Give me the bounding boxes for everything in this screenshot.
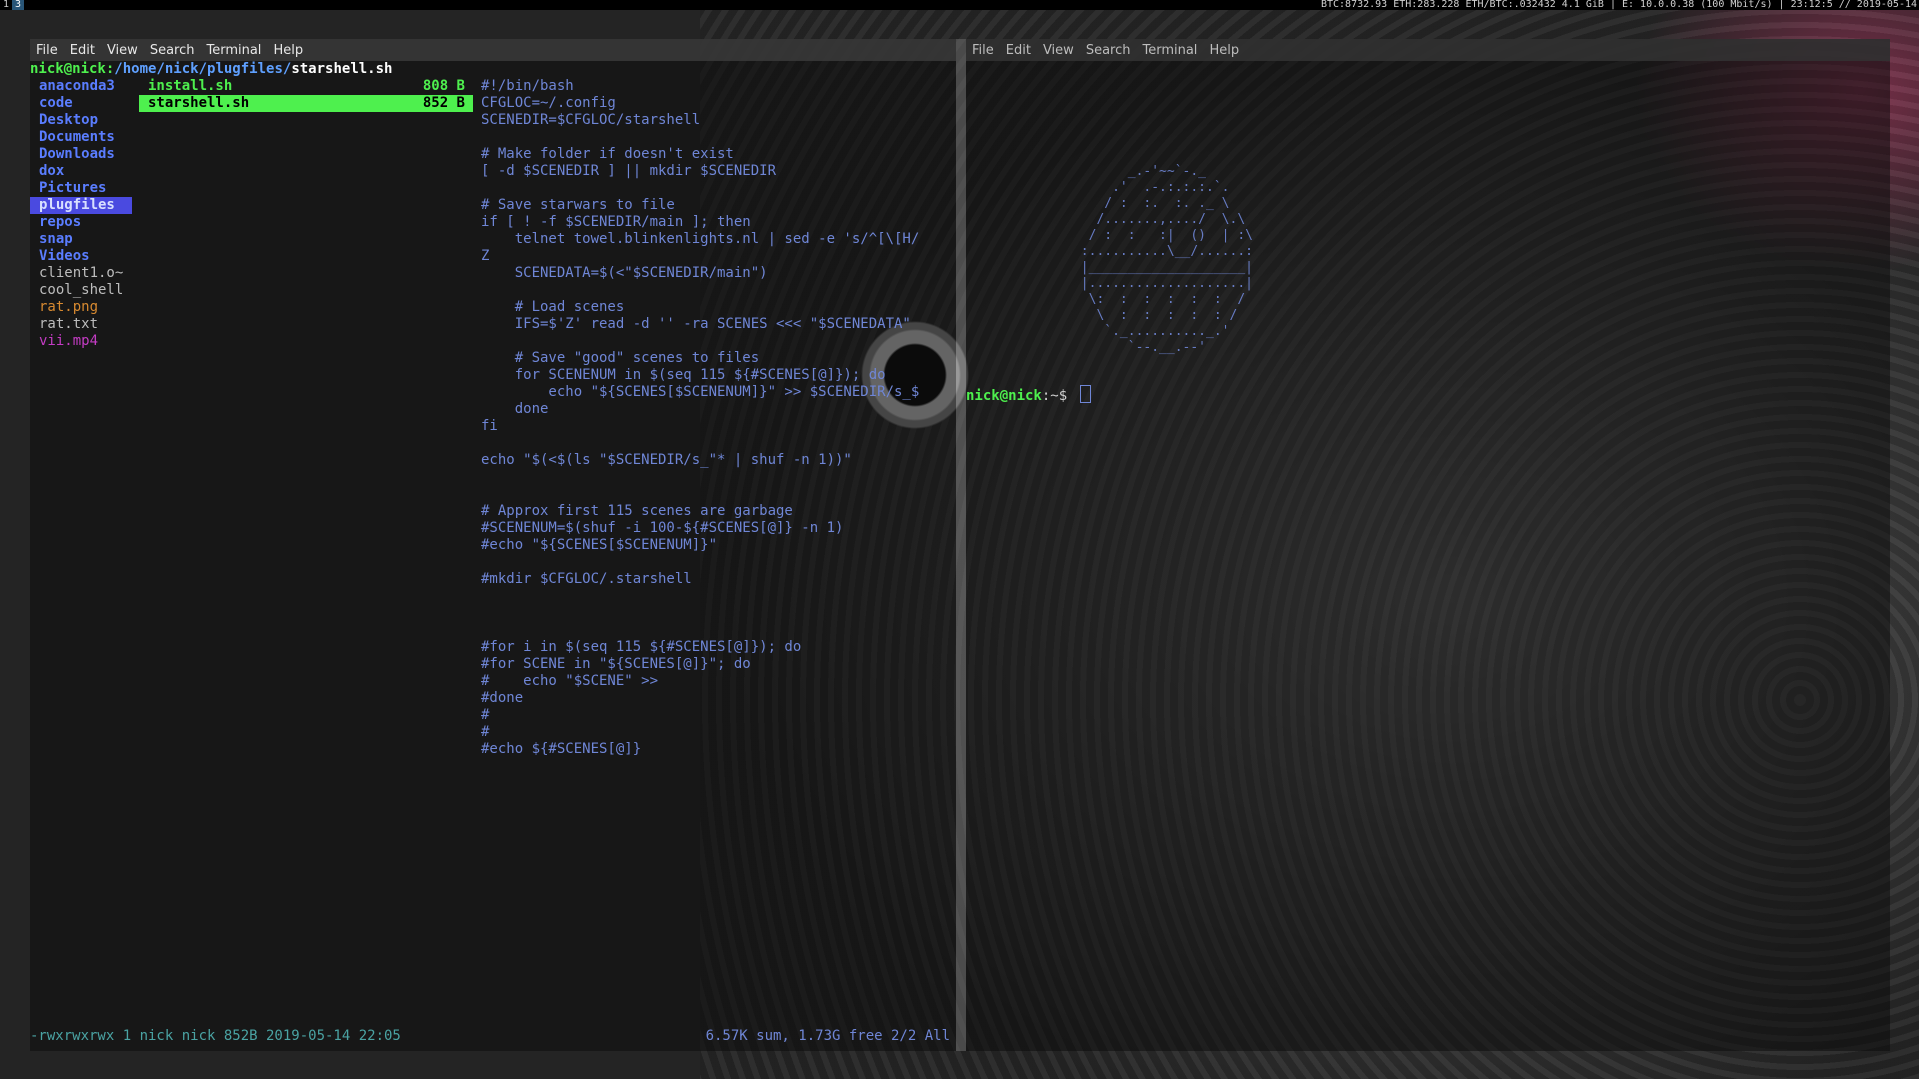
preview-line: IFS=$'Z' read -d '' -ra SCENES <<< "$SCE… <box>481 316 911 332</box>
parent-dir-entry[interactable]: client1.o~ <box>30 265 132 282</box>
workspace-3-button[interactable]: 3 <box>12 0 25 10</box>
workspace-switcher: 1 3 <box>0 0 25 10</box>
file-size: 852 B <box>422 95 465 111</box>
preview-line <box>481 486 951 503</box>
preview-line: #SCENENUM=$(shuf -i 100-${#SCENES[@]} -n… <box>481 520 844 536</box>
menu-help[interactable]: Help <box>267 43 309 58</box>
preview-line: #done <box>481 690 524 706</box>
ranger-parent-column: anaconda3 code Desktop Documents Downloads do… <box>30 78 132 350</box>
preview-line: CFGLOC=~/.config <box>481 95 616 111</box>
preview-line: #for i in $(seq 115 ${#SCENES[@]}); do <box>481 639 802 655</box>
file-permissions-info: -rwxrwxrwx 1 nick nick 852B 2019-05-14 2… <box>30 1028 401 1044</box>
parent-dir-entry[interactable]: code <box>30 95 132 112</box>
preview-line: [ -d $SCENEDIR ] || mkdir $SCENEDIR <box>481 163 777 179</box>
menu-edit-right[interactable]: Edit <box>1000 43 1037 58</box>
menu-terminal[interactable]: Terminal <box>200 43 267 58</box>
terminal-window-ranger[interactable]: File Edit View Search Terminal Help nick… <box>30 39 956 1051</box>
parent-dir-entry[interactable]: dox <box>30 163 132 180</box>
prompt-user: nick@nick <box>966 388 1042 404</box>
parent-dir-entry[interactable]: snap <box>30 231 132 248</box>
menu-view[interactable]: View <box>101 43 144 58</box>
preview-line: #echo ${#SCENES[@]} <box>481 741 642 757</box>
ranger-path: /home/nick/plugfiles/ <box>114 61 292 77</box>
disk-usage-info: 6.57K sum, 1.73G free 2/2 All <box>705 1028 950 1044</box>
preview-line: # Save starwars to file <box>481 197 675 213</box>
ranger-path-header: nick@nick:/home/nick/plugfiles/starshell… <box>30 61 392 78</box>
parent-dir-entry[interactable]: Documents <box>30 129 132 146</box>
preview-line <box>481 554 951 571</box>
system-status-text: BTC:8732.93 ETH:283.228 ETH/BTC:.032432 … <box>1320 0 1917 10</box>
preview-line: if [ ! -f $SCENEDIR/main ]; then <box>481 214 751 230</box>
preview-line: # Save "good" scenes to files <box>481 350 760 366</box>
preview-line <box>481 180 951 197</box>
preview-line: # echo "$SCENE" >> <box>481 673 659 689</box>
preview-line: Z <box>481 248 490 264</box>
preview-line: echo "${SCENES[$SCENENUM]}" >> $SCENEDIR… <box>481 384 920 400</box>
parent-dir-entry[interactable]: rat.txt <box>30 316 132 333</box>
parent-dir-entry[interactable]: Pictures <box>30 180 132 197</box>
preview-line: #for SCENE in "${SCENES[@]}"; do <box>481 656 751 672</box>
terminal-window-shell[interactable]: File Edit View Search Terminal Help _.-'… <box>966 39 1890 1051</box>
ranger-file-column: install.sh 808 B starshell.sh 852 B <box>139 78 473 112</box>
file-entry[interactable]: starshell.sh 852 B <box>139 95 473 112</box>
preview-line: #!/bin/bash <box>481 78 574 94</box>
preview-line <box>481 469 951 486</box>
menu-terminal-right[interactable]: Terminal <box>1136 43 1203 58</box>
preview-line <box>481 129 951 146</box>
menu-edit[interactable]: Edit <box>64 43 101 58</box>
preview-line <box>481 605 951 622</box>
preview-line: #mkdir $CFGLOC/.starshell <box>481 571 692 587</box>
parent-dir-entry[interactable]: plugfiles <box>30 197 132 214</box>
preview-line: # <box>481 707 490 723</box>
preview-line <box>481 333 951 350</box>
preview-line <box>481 282 951 299</box>
parent-dir-entry[interactable]: Videos <box>30 248 132 265</box>
preview-line: # Load scenes <box>481 299 625 315</box>
menu-view-right[interactable]: View <box>1037 43 1080 58</box>
file-name: starshell.sh <box>148 95 250 111</box>
ranger-user: nick@nick: <box>30 61 115 77</box>
parent-dir-entry[interactable]: rat.png <box>30 299 132 316</box>
ranger-statusline: -rwxrwxrwx 1 nick nick 852B 2019-05-14 2… <box>30 1028 956 1045</box>
preview-line: SCENEDATA=$(<"$SCENEDIR/main") <box>481 265 768 281</box>
preview-line: #echo "${SCENES[$SCENENUM]}" <box>481 537 718 553</box>
file-entry[interactable]: install.sh 808 B <box>139 78 473 95</box>
preview-line <box>481 588 951 605</box>
terminal-menubar-right: File Edit View Search Terminal Help <box>966 39 1890 61</box>
menu-help-right[interactable]: Help <box>1203 43 1245 58</box>
preview-line: echo "$(<$(ls "$SCENEDIR/s_"* | shuf -n … <box>481 452 852 468</box>
ranger-current-file: starshell.sh <box>291 61 393 77</box>
preview-line: # Make folder if doesn't exist <box>481 146 734 162</box>
parent-dir-entry[interactable]: repos <box>30 214 132 231</box>
status-bar: 1 3 BTC:8732.93 ETH:283.228 ETH/BTC:.032… <box>0 0 1919 10</box>
shell-prompt[interactable]: nick@nick:~$ <box>966 385 1091 405</box>
pane-divider[interactable] <box>956 39 966 1051</box>
preview-line: # <box>481 724 490 740</box>
ranger-preview-column: #!/bin/bash CFGLOC=~/.config SCENEDIR=$CFG… <box>481 78 951 758</box>
menu-search-right[interactable]: Search <box>1080 43 1137 58</box>
preview-line <box>481 622 951 639</box>
parent-dir-entry[interactable]: cool_shell <box>30 282 132 299</box>
menu-file[interactable]: File <box>30 43 64 58</box>
preview-line: telnet towel.blinkenlights.nl | sed -e '… <box>481 231 920 247</box>
preview-line: for SCENENUM in $(seq 115 ${#SCENES[@]})… <box>481 367 886 383</box>
parent-dir-entry[interactable]: vii.mp4 <box>30 333 132 350</box>
menu-file-right[interactable]: File <box>966 43 1000 58</box>
parent-dir-entry[interactable]: Downloads <box>30 146 132 163</box>
starwars-ascii-art: _.-'~~`-._ .' .-.:.:.:.`. / : :. :. ._ \… <box>1080 164 1253 355</box>
preview-line: fi <box>481 418 498 434</box>
prompt-path: :~$ <box>1041 388 1076 404</box>
parent-dir-entry[interactable]: anaconda3 <box>30 78 132 95</box>
preview-line: # Approx first 115 scenes are garbage <box>481 503 793 519</box>
file-name: install.sh <box>148 78 233 94</box>
file-size: 808 B <box>422 78 465 94</box>
preview-line: done <box>481 401 549 417</box>
preview-line: SCENEDIR=$CFGLOC/starshell <box>481 112 701 128</box>
terminal-cursor <box>1079 385 1091 403</box>
workspace-1-button[interactable]: 1 <box>0 0 12 10</box>
parent-dir-entry[interactable]: Desktop <box>30 112 132 129</box>
terminal-menubar: File Edit View Search Terminal Help <box>30 39 956 61</box>
menu-search[interactable]: Search <box>144 43 201 58</box>
preview-line <box>481 435 951 452</box>
